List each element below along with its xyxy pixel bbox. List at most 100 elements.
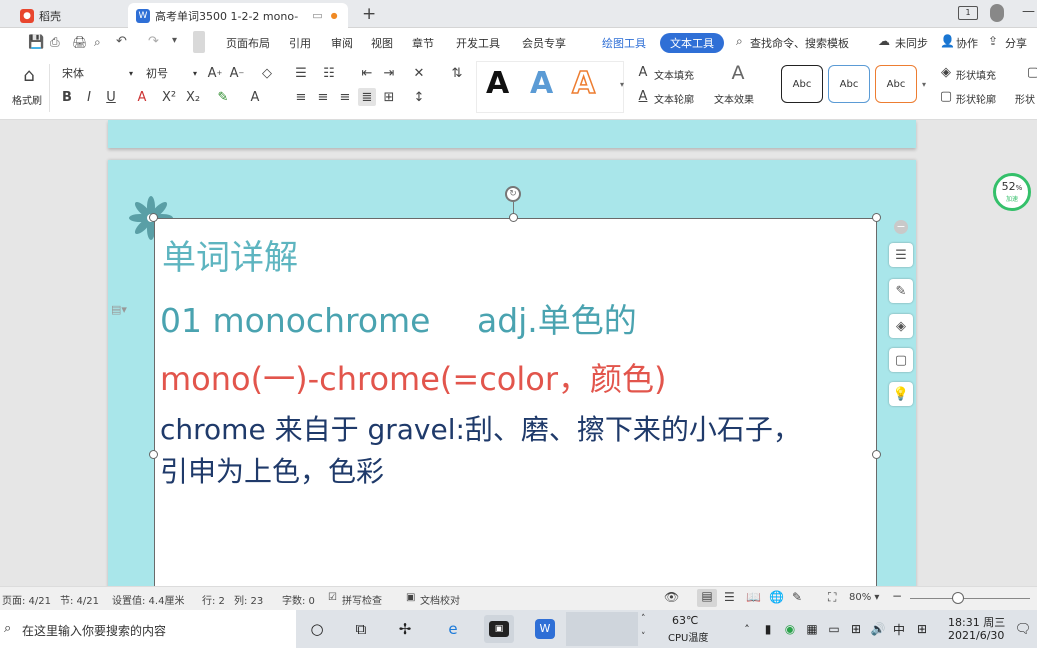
resize-handle-top-right[interactable] bbox=[872, 213, 881, 222]
text-effect-button[interactable]: 文本效果 bbox=[714, 91, 754, 106]
resize-handle-left[interactable] bbox=[149, 450, 158, 459]
save-icon[interactable]: 💾 bbox=[28, 35, 44, 50]
print-preview-icon[interactable]: ⌕ bbox=[94, 35, 101, 50]
write-view-icon[interactable]: ✎ bbox=[792, 590, 802, 604]
shape-fill-button[interactable]: 形状填充 bbox=[956, 67, 996, 82]
fit-page-icon[interactable]: ⛶ bbox=[828, 590, 836, 605]
italic-button[interactable]: I bbox=[80, 88, 98, 106]
task-view-icon[interactable]: ⧉ bbox=[346, 615, 376, 643]
menu-member[interactable]: 会员专享 bbox=[522, 35, 566, 51]
increase-indent-icon[interactable]: ⇥ bbox=[380, 64, 398, 82]
menu-references[interactable]: 引用 bbox=[289, 35, 311, 51]
superscript-button[interactable]: X² bbox=[160, 88, 178, 106]
resize-handle-right[interactable] bbox=[872, 450, 881, 459]
shape-style-blue[interactable]: Abc bbox=[828, 65, 870, 103]
menu-section[interactable]: 章节 bbox=[412, 35, 434, 51]
paragraph-marker-icon[interactable]: ▤▾ bbox=[111, 303, 127, 316]
ime-mode[interactable]: 中 bbox=[889, 615, 909, 643]
align-center-icon[interactable]: ≡ bbox=[314, 88, 332, 106]
bullet-list-icon[interactable]: ☰ bbox=[292, 64, 310, 82]
tab-daoke[interactable]: ● 稻壳 bbox=[12, 3, 69, 28]
network-status-icon[interactable]: ▦ bbox=[802, 615, 822, 643]
cortana-icon[interactable]: ○ bbox=[302, 615, 332, 643]
resize-handle-top-left[interactable] bbox=[149, 213, 158, 222]
subscript-button[interactable]: X₂ bbox=[184, 88, 202, 106]
text-style-blue[interactable]: A bbox=[530, 66, 553, 101]
security-app-icon[interactable]: ◉ bbox=[780, 615, 800, 643]
network-icon[interactable]: ⊞ bbox=[846, 615, 866, 643]
menu-view[interactable]: 视图 bbox=[371, 35, 393, 51]
chinese-layout-icon[interactable]: ✕ bbox=[410, 64, 428, 82]
underline-button[interactable]: U bbox=[102, 88, 120, 106]
sync-status[interactable]: 未同步 bbox=[895, 35, 928, 51]
shape-fill-side-icon[interactable]: ◈ bbox=[889, 314, 913, 338]
ie-browser-icon[interactable]: e bbox=[438, 615, 468, 643]
zoom-level[interactable]: 80% ▾ bbox=[849, 592, 879, 603]
shrink-font-icon[interactable]: A − bbox=[228, 64, 246, 82]
proofread-button[interactable]: 文档校对 bbox=[420, 592, 460, 607]
window-layout-icon[interactable]: 1 bbox=[958, 6, 978, 20]
font-family-select[interactable]: 宋体 ▾ bbox=[58, 63, 138, 83]
volume-icon[interactable]: 🔊 bbox=[868, 615, 888, 643]
font-size-select[interactable]: 初号 ▾ bbox=[142, 63, 202, 83]
line-spacing-icon[interactable]: ↕ bbox=[410, 88, 428, 106]
text-style-black[interactable]: A bbox=[486, 66, 509, 101]
grow-font-icon[interactable]: A + bbox=[206, 64, 224, 82]
shape-more-button[interactable]: 形状 bbox=[1015, 91, 1035, 106]
shape-gallery-more-icon[interactable]: ▾ bbox=[922, 80, 926, 89]
layout-options-icon[interactable]: ☰ bbox=[889, 243, 913, 267]
text-fill-button[interactable]: 文本填充 bbox=[654, 67, 694, 82]
fan-app-icon[interactable]: ✢ bbox=[390, 615, 420, 643]
tab-document[interactable]: W 高考单词3500 1-2-2 mono- ▭ ● bbox=[128, 3, 348, 28]
quick-access-dropdown-icon[interactable]: ▾ bbox=[172, 35, 177, 46]
zoom-slider-track[interactable] bbox=[910, 598, 1030, 599]
format-brush-icon[interactable]: ⌂ bbox=[18, 64, 40, 86]
reading-view-icon[interactable]: 📖 bbox=[746, 590, 761, 604]
tab-drawing-tools[interactable]: 绘图工具 bbox=[592, 33, 656, 53]
clock-date[interactable]: 2021/6/30 bbox=[948, 629, 1004, 642]
eye-protection-icon[interactable]: 👁 bbox=[664, 590, 679, 604]
collab-button[interactable]: 协作 bbox=[956, 35, 978, 51]
text-style-orange-outline[interactable]: A bbox=[571, 65, 596, 102]
font-color-button[interactable]: A bbox=[246, 88, 264, 106]
clear-format-icon[interactable]: ◇ bbox=[258, 64, 276, 82]
share-button[interactable]: 分享 bbox=[1005, 35, 1027, 51]
shape-style-orange[interactable]: Abc bbox=[875, 65, 917, 103]
clock-time[interactable]: 18:31 周三 bbox=[948, 614, 1005, 630]
taskbar-active-app[interactable] bbox=[566, 612, 638, 646]
screen-recorder-icon[interactable]: ▣ bbox=[484, 615, 514, 643]
edit-pen-icon[interactable]: ✎ bbox=[889, 279, 913, 303]
spellcheck-button[interactable]: 拼写检查 bbox=[342, 592, 382, 607]
rotate-handle-icon[interactable]: ↻ bbox=[505, 186, 521, 202]
align-right-icon[interactable]: ≡ bbox=[336, 88, 354, 106]
page-view-icon[interactable]: ▤ bbox=[697, 589, 717, 607]
shape-outline-button[interactable]: 形状轮廓 bbox=[956, 91, 996, 106]
menu-developer[interactable]: 开发工具 bbox=[456, 35, 500, 51]
wps-taskbar-icon[interactable]: W bbox=[530, 615, 560, 643]
bold-button[interactable]: B bbox=[58, 88, 76, 106]
memory-gauge[interactable]: 52% 加速 bbox=[993, 173, 1031, 211]
menu-collapse-handle[interactable] bbox=[193, 31, 205, 53]
justify-icon[interactable]: ≣ bbox=[358, 88, 376, 106]
decrease-indent-icon[interactable]: ⇤ bbox=[358, 64, 376, 82]
shape-effect-icon[interactable]: ▢ bbox=[1024, 63, 1037, 81]
show-hidden-icons[interactable]: ˄ bbox=[737, 615, 757, 643]
text-outline-button[interactable]: 文本轮廓 bbox=[654, 91, 694, 106]
resize-handle-top[interactable] bbox=[509, 213, 518, 222]
export-pdf-icon[interactable]: ⎙ bbox=[50, 35, 60, 50]
border-icon[interactable]: ▢ bbox=[889, 348, 913, 372]
menu-page-layout[interactable]: 页面布局 bbox=[226, 35, 270, 51]
usb-icon[interactable]: ▮ bbox=[758, 615, 778, 643]
tab-text-tools[interactable]: 文本工具 bbox=[660, 33, 724, 53]
sort-icon[interactable]: ⇅ bbox=[448, 64, 466, 82]
ime-layout-icon[interactable]: ⊞ bbox=[912, 615, 932, 643]
web-view-icon[interactable]: 🌐 bbox=[769, 590, 784, 604]
align-left-icon[interactable]: ≡ bbox=[292, 88, 310, 106]
avatar[interactable] bbox=[990, 4, 1004, 22]
distribute-icon[interactable]: ⊞ bbox=[380, 88, 398, 106]
tab-monitor-icon[interactable]: ▭ bbox=[312, 9, 322, 22]
shape-style-black[interactable]: Abc bbox=[781, 65, 823, 103]
outline-view-icon[interactable]: ☰ bbox=[724, 590, 735, 604]
menu-review[interactable]: 审阅 bbox=[331, 35, 353, 51]
print-icon[interactable]: 🖨 bbox=[72, 35, 87, 49]
